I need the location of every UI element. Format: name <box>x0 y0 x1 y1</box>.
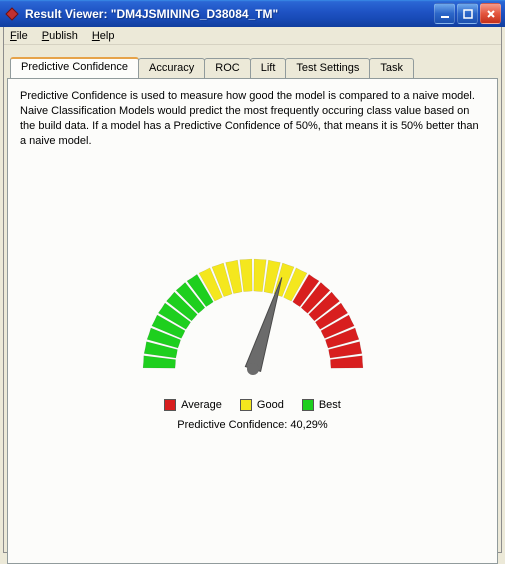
tab-task[interactable]: Task <box>369 58 414 79</box>
app-icon <box>4 6 20 22</box>
tab-lift[interactable]: Lift <box>250 58 287 79</box>
tab-accuracy[interactable]: Accuracy <box>138 58 205 79</box>
confidence-label: Predictive Confidence: 40,29% <box>113 419 393 431</box>
swatch-green-icon <box>302 399 314 411</box>
legend: Average Good Best <box>113 399 393 411</box>
tab-content: Predictive Confidence is used to measure… <box>7 78 498 564</box>
legend-average: Average <box>164 399 222 411</box>
tab-test-settings[interactable]: Test Settings <box>285 58 370 79</box>
tab-strip: Predictive Confidence Accuracy ROC Lift … <box>7 57 498 78</box>
window-body: File Publish Help Predictive Confidence … <box>3 27 502 553</box>
titlebar: Result Viewer: "DM4JSMINING_D38084_TM" <box>0 0 505 27</box>
legend-best: Best <box>302 399 341 411</box>
legend-good: Good <box>240 399 284 411</box>
legend-best-label: Best <box>319 399 341 411</box>
tab-predictive-confidence[interactable]: Predictive Confidence <box>10 57 139 78</box>
close-button[interactable] <box>480 3 501 24</box>
description-text: Predictive Confidence is used to measure… <box>20 89 485 148</box>
menubar: File Publish Help <box>4 27 501 45</box>
menu-help[interactable]: Help <box>92 30 115 42</box>
window-title: Result Viewer: "DM4JSMINING_D38084_TM" <box>25 7 434 21</box>
tab-roc[interactable]: ROC <box>204 58 250 79</box>
legend-average-label: Average <box>181 399 222 411</box>
window-controls <box>434 3 501 24</box>
minimize-button[interactable] <box>434 3 455 24</box>
swatch-yellow-icon <box>240 399 252 411</box>
legend-good-label: Good <box>257 399 284 411</box>
gauge-area: Average Good Best Predictive Confidence:… <box>113 219 393 431</box>
menu-file[interactable]: File <box>10 30 28 42</box>
maximize-button[interactable] <box>457 3 478 24</box>
swatch-red-icon <box>164 399 176 411</box>
gauge-chart <box>123 219 383 389</box>
menu-publish[interactable]: Publish <box>42 30 78 42</box>
